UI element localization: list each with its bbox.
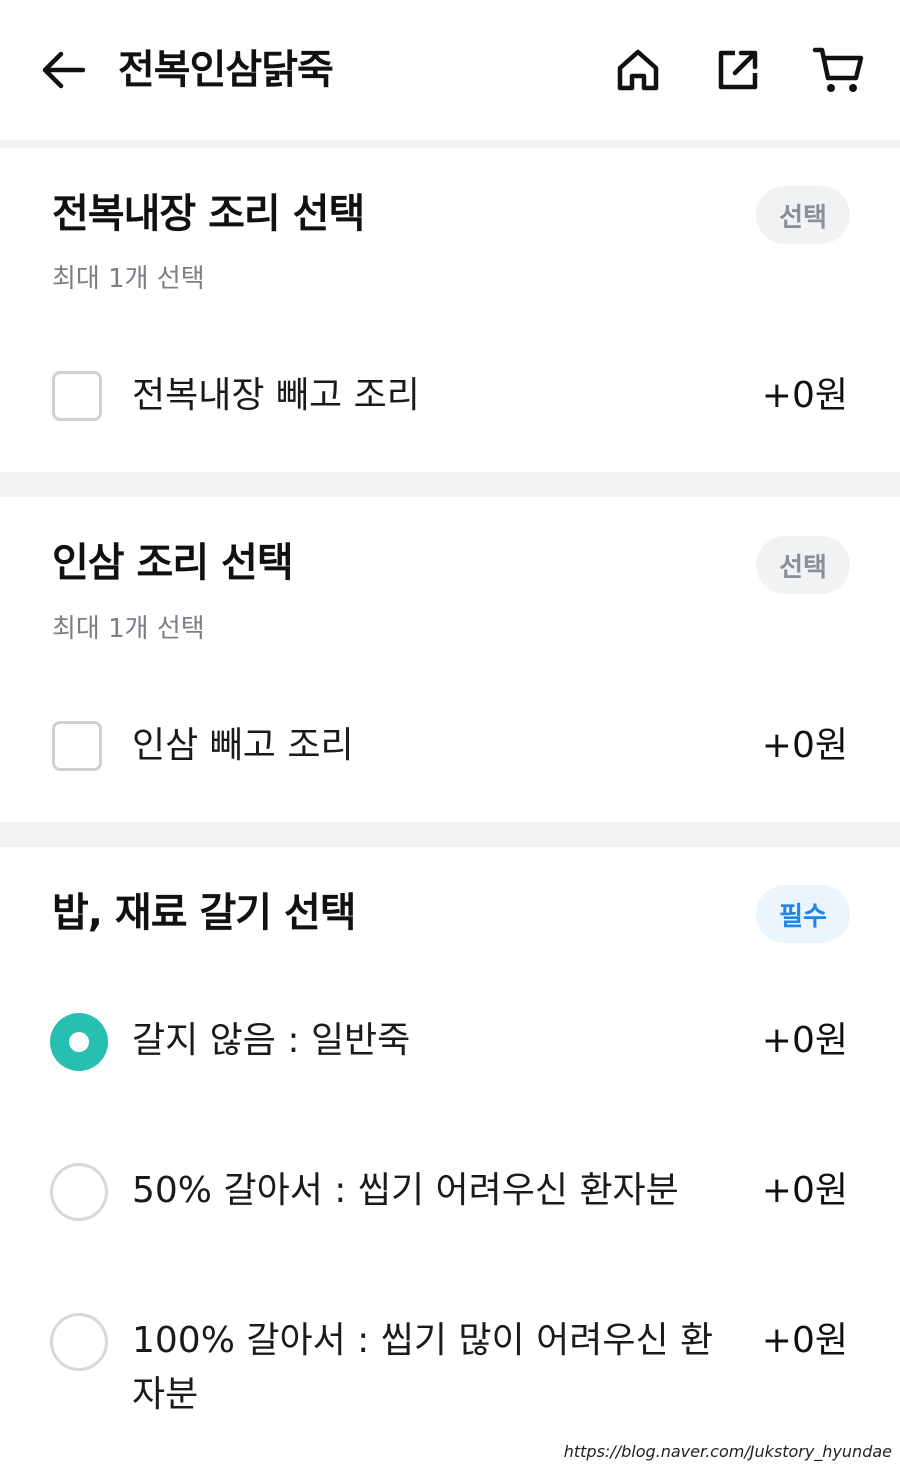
home-button[interactable]	[612, 44, 664, 96]
section-subtitle: 최대 1개 선택	[52, 614, 205, 644]
option-price: +0원	[761, 725, 848, 766]
option-label: 100% 갈아서 : 씹기 많이 어려우신 환자분	[132, 1320, 714, 1415]
section-abalone-innards: 전복내장 조리 선택 선택 최대 1개 선택 전복내장 빼고 조리 +0원	[0, 148, 900, 472]
watermark: https://blog.naver.com/Jukstory_hyundae	[563, 1442, 892, 1461]
share-icon	[718, 50, 758, 90]
option-row[interactable]: 100% 갈아서 : 씹기 많이 어려우신 환자분 +0원	[0, 1309, 900, 1429]
option-label: 50% 갈아서 : 씹기 어려우신 환자분	[132, 1170, 679, 1211]
back-arrow-icon	[42, 51, 85, 89]
page-title: 전복인삼닭죽	[118, 47, 334, 93]
option-price: +0원	[761, 1020, 848, 1061]
section-ginseng: 인삼 조리 선택 선택 최대 1개 선택 인삼 빼고 조리 +0원	[0, 497, 900, 822]
top-app-bar: 전복인삼닭죽	[0, 0, 900, 140]
option-row[interactable]: 인삼 빼고 조리 +0원	[0, 713, 900, 779]
option-row[interactable]: 전복내장 빼고 조리 +0원	[0, 363, 900, 429]
section-divider	[0, 140, 900, 148]
option-label: 전복내장 빼고 조리	[132, 375, 420, 416]
section-divider	[0, 822, 900, 847]
section-subtitle: 최대 1개 선택	[52, 264, 205, 294]
cart-button[interactable]	[812, 44, 864, 96]
section-grinding: 밥, 재료 갈기 선택 필수 갈지 않음 : 일반죽 +0원 50% 갈아서 :…	[0, 847, 900, 1473]
cart-icon	[812, 47, 864, 92]
optional-badge: 선택	[756, 186, 850, 244]
section-title: 전복내장 조리 선택	[52, 191, 365, 237]
option-radio[interactable]	[50, 1313, 108, 1371]
back-button[interactable]	[38, 48, 88, 92]
option-price: +0원	[761, 375, 848, 416]
option-row[interactable]: 50% 갈아서 : 씹기 어려우신 환자분 +0원	[0, 1159, 900, 1225]
option-label: 갈지 않음 : 일반죽	[132, 1020, 411, 1061]
optional-badge: 선택	[756, 536, 850, 594]
option-checkbox[interactable]	[52, 371, 102, 421]
section-title: 밥, 재료 갈기 선택	[52, 890, 357, 936]
home-icon	[617, 49, 659, 91]
option-price: +0원	[761, 1170, 848, 1211]
share-button[interactable]	[712, 44, 764, 96]
option-label: 인삼 빼고 조리	[132, 725, 354, 766]
option-price: +0원	[761, 1320, 848, 1361]
section-divider	[0, 472, 900, 497]
option-checkbox[interactable]	[52, 721, 102, 771]
option-radio-selected[interactable]	[50, 1013, 108, 1071]
option-radio[interactable]	[50, 1163, 108, 1221]
required-badge: 필수	[756, 885, 850, 943]
section-title: 인삼 조리 선택	[52, 540, 294, 586]
option-row[interactable]: 갈지 않음 : 일반죽 +0원	[0, 1009, 900, 1075]
